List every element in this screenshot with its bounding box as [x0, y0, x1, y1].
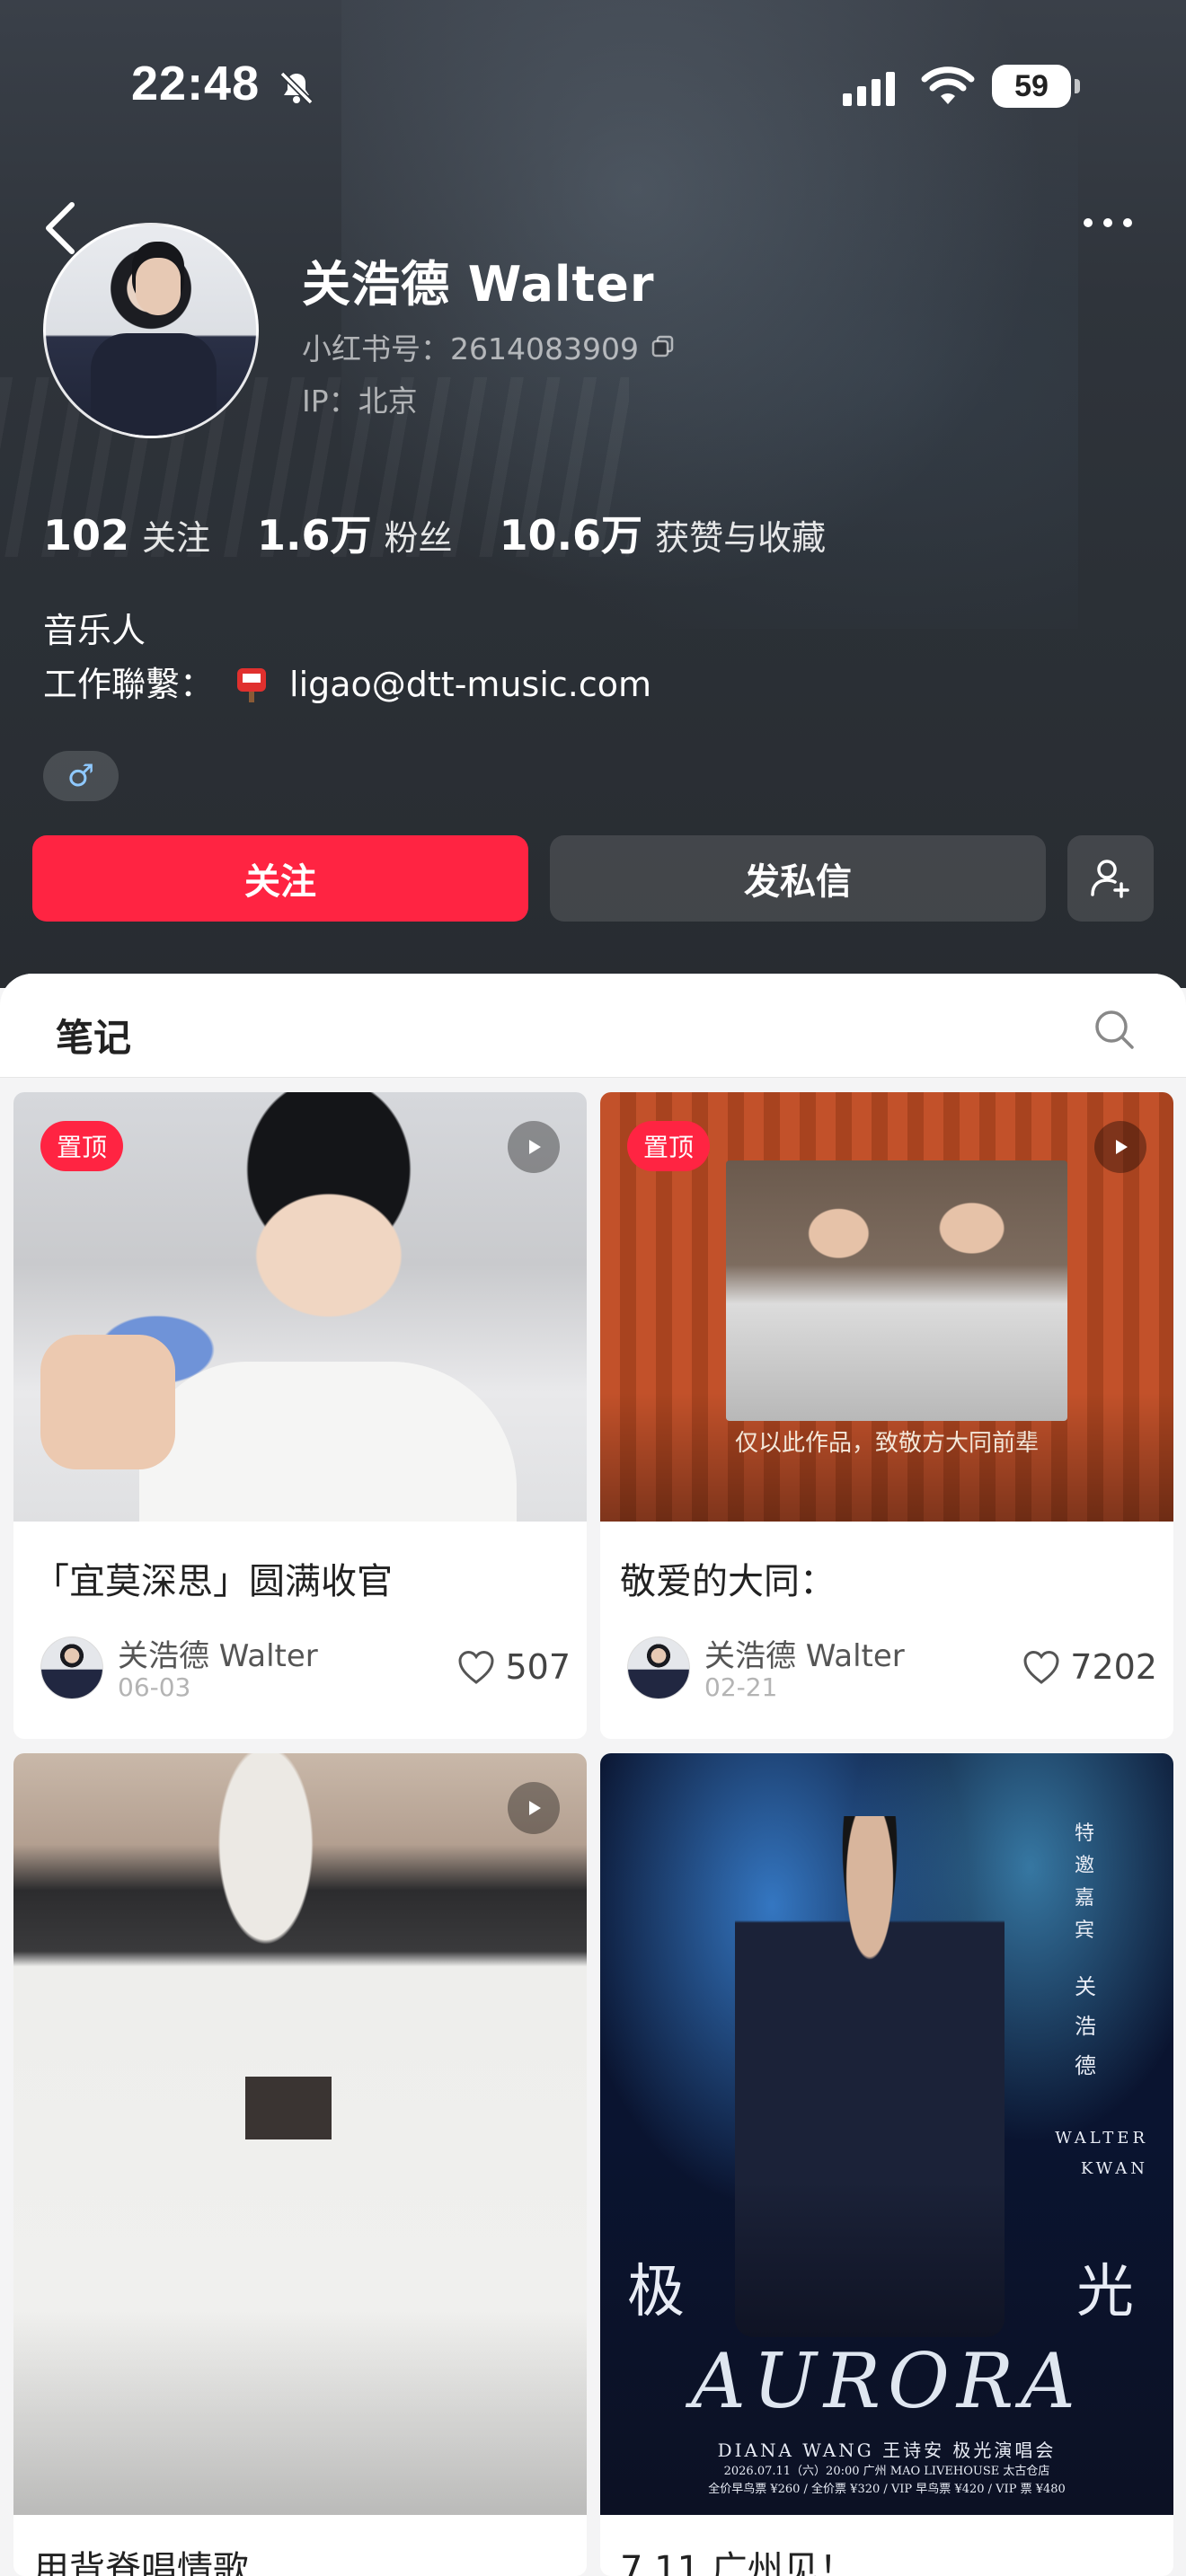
video-play-icon — [508, 1782, 560, 1834]
note-card[interactable]: 置顶 「宜莫深思」圆满收官 关浩德 Walter 06-03 507 — [13, 1092, 587, 1739]
profile-header: 22:48 59 关浩德 Walter 小红书号：2614083909 IP：北… — [0, 0, 1186, 988]
note-cover-image: 特邀嘉宾 关浩德 WALTER KWAN 极 光 AURORA DIANA WA… — [600, 1753, 1173, 2515]
poster-char-guang: 光 — [1076, 2259, 1134, 2325]
cellular-signal-icon — [843, 72, 895, 106]
pinned-badge: 置顶 — [627, 1121, 711, 1171]
stat-following-label: 关注 — [142, 518, 211, 558]
send-message-button[interactable]: 发私信 — [550, 835, 1046, 922]
poster-guest-label: 特邀嘉宾 — [1074, 1822, 1094, 1942]
poster-info-line: 全价早鸟票 ¥260 / 全价票 ¥320 / VIP 早鸟票 ¥420 / V… — [708, 2483, 1066, 2496]
like-count: 7202 — [1070, 1647, 1157, 1687]
note-title: 7.11 广州见！ — [620, 2549, 855, 2576]
bio-contact-label: 工作聯繫： — [43, 665, 215, 704]
stat-followers-label: 粉丝 — [384, 518, 453, 558]
poster-aurora-title: AURORA — [691, 2337, 1083, 2425]
poster-subtitle: DIANA WANG 王诗安 极光演唱会 — [717, 2439, 1057, 2461]
author-name[interactable]: 关浩德 Walter — [704, 1631, 905, 1675]
note-date: 06-03 — [118, 1672, 191, 1702]
copy-icon[interactable] — [651, 335, 675, 358]
avatar[interactable] — [43, 223, 259, 438]
follow-button[interactable]: 关注 — [32, 835, 528, 922]
note-title: 敬爱的大同： — [620, 1561, 836, 1602]
ip-location: IP：北京 — [302, 384, 418, 419]
stat-likes-value: 10.6万 — [499, 511, 643, 560]
profile-stats: 102 关注 1.6万 粉丝 10.6万 获赞与收藏 — [43, 503, 826, 562]
stat-following-value: 102 — [43, 511, 130, 560]
heart-icon — [1023, 1650, 1059, 1684]
tab-notes[interactable]: 笔记 — [56, 1008, 131, 1063]
bio-line-occupation: 音乐人 — [43, 611, 146, 650]
redbook-id-text: 小红书号：2614083909 — [302, 331, 639, 366]
author-avatar[interactable] — [40, 1636, 103, 1699]
note-meta: 关浩德 Walter 02-21 7202 — [627, 1628, 1157, 1708]
notes-tab-bar: 笔记 — [0, 974, 1186, 1078]
more-options-icon[interactable] — [1084, 212, 1145, 234]
stat-following[interactable]: 102 关注 — [43, 510, 210, 560]
battery-indicator: 59 — [992, 65, 1080, 108]
gender-tag: ♂ — [43, 751, 119, 801]
bell-off-icon — [279, 71, 314, 105]
stat-likes-label: 获赞与收藏 — [655, 518, 827, 558]
note-title: 「宜莫深思」圆满收官 — [33, 1561, 393, 1602]
profile-name: 关浩德 Walter — [302, 256, 655, 313]
like-count: 507 — [505, 1647, 571, 1687]
note-card[interactable]: 仅以此作品，致敬方大同前辈 置顶 敬爱的大同： 关浩德 Walter 02-21… — [600, 1092, 1173, 1739]
bio-line-contact: 工作聯繫： ligao@dtt-music.com — [43, 657, 651, 711]
note-title: 用背脊唱情歌 — [33, 2549, 249, 2576]
add-friend-button[interactable] — [1067, 835, 1154, 922]
search-icon[interactable] — [1093, 1008, 1136, 1051]
mailbox-icon — [237, 668, 267, 702]
poster-person — [735, 1816, 1005, 2337]
author-name[interactable]: 关浩德 Walter — [118, 1631, 318, 1675]
status-time: 22:48 — [131, 57, 261, 110]
video-play-icon — [508, 1121, 560, 1173]
note-card[interactable]: 特邀嘉宾 关浩德 WALTER KWAN 极 光 AURORA DIANA WA… — [600, 1753, 1173, 2576]
heart-icon — [458, 1650, 494, 1684]
poster-info-line: 2026.07.11（六）20:00 广州 MAO LIVEHOUSE 太古仓店 — [723, 2465, 1050, 2478]
back-icon[interactable] — [40, 199, 84, 257]
wifi-icon — [921, 66, 975, 104]
poster-artist-cn: 关浩德 — [1075, 1974, 1096, 2078]
stat-followers[interactable]: 1.6万 粉丝 — [257, 503, 453, 562]
poster-artist-en: WALTER KWAN — [1055, 2129, 1148, 2178]
pinned-badge: 置顶 — [40, 1121, 124, 1171]
like-button[interactable]: 7202 — [1022, 1647, 1157, 1687]
note-meta: 关浩德 Walter 06-03 507 — [40, 1628, 571, 1708]
bio-contact-email[interactable]: ligao@dtt-music.com — [289, 657, 651, 711]
redbook-id[interactable]: 小红书号：2614083909 — [302, 325, 675, 368]
note-cover-image — [13, 1753, 587, 2515]
status-bar: 22:48 59 — [0, 0, 1186, 171]
cover-caption: 仅以此作品，致敬方大同前辈 — [734, 1430, 1039, 1457]
poster-info: 2026.07.11（六）20:00 广州 MAO LIVEHOUSE 太古仓店… — [600, 2463, 1173, 2499]
stat-likes-collects[interactable]: 10.6万 获赞与收藏 — [500, 503, 827, 562]
profile-bio: 音乐人 工作聯繫： ligao@dtt-music.com — [43, 604, 651, 711]
video-play-icon — [1094, 1121, 1146, 1173]
note-date: 02-21 — [704, 1672, 778, 1702]
stat-followers-value: 1.6万 — [257, 511, 372, 560]
like-button[interactable]: 507 — [456, 1647, 571, 1687]
poster-char-ji: 极 — [627, 2259, 685, 2325]
add-user-icon — [1091, 860, 1129, 898]
cover-inner-photo — [726, 1160, 1067, 1421]
note-card[interactable]: 用背脊唱情歌 — [13, 1753, 587, 2576]
author-avatar[interactable] — [627, 1636, 690, 1699]
